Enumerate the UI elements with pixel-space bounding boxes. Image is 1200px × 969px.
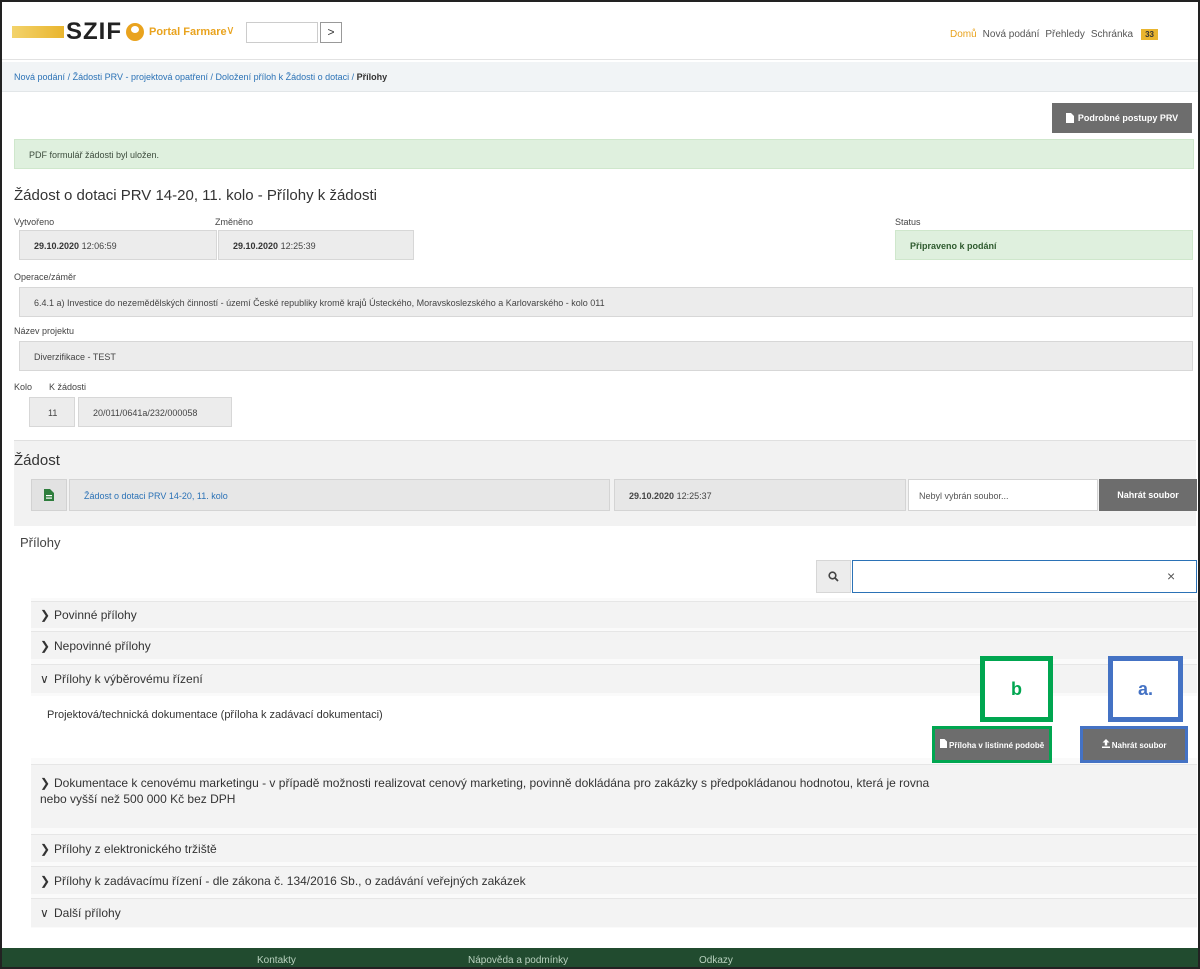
attachment-item-label: Projektová/technická dokumentace (příloh… [47, 709, 383, 721]
breadcrumb-separator: / [351, 72, 355, 82]
request-time: 12:25:37 [676, 491, 712, 501]
annotation-frame-b [932, 726, 1052, 763]
ref-field: 20/011/0641a/232/000058 [78, 397, 232, 427]
nav-home[interactable]: Domů [950, 29, 977, 40]
breadcrumb-item-new-submission[interactable]: Nová podání [14, 72, 65, 82]
accordion-label-line2: nebo vyšší než 500 000 Kč bez DPH [40, 792, 236, 806]
chevron-right-icon: ❯ [40, 776, 51, 790]
footer-link-contacts[interactable]: Kontakty [257, 955, 296, 966]
file-chooser-input[interactable]: Nebyl vybrán soubor... [908, 479, 1098, 511]
nav-inbox[interactable]: Schránka [1091, 29, 1133, 40]
accordion-label: Přílohy k zadávacímu řízení - dle zákona… [54, 873, 526, 888]
chevron-right-icon: ❯ [40, 873, 51, 888]
accordion-label: Povinné přílohy [54, 608, 137, 622]
document-icon [1065, 113, 1074, 123]
project-name-field: Diverzifikace - TEST [19, 341, 1193, 371]
request-document-link[interactable]: Žádost o dotaci PRV 14-20, 11. kolo [69, 479, 610, 511]
changed-label: Změněno [215, 217, 254, 227]
changed-field: 29.10.2020 12:25:39 [218, 230, 414, 260]
accordion-mandatory[interactable]: ❯ Povinné přílohy [31, 601, 1197, 628]
breadcrumb-item-prv-requests[interactable]: Žádosti PRV - projektová opatření [73, 72, 208, 82]
breadcrumb-item-attachments-doc[interactable]: Doložení příloh k Žádosti o dotaci [216, 72, 350, 82]
user-circle-icon[interactable] [126, 23, 144, 41]
page: SZIF Portal Farmare ∨ > Domů Nová podání… [0, 0, 1200, 969]
close-icon[interactable]: × [1167, 568, 1175, 584]
breadcrumb-separator: / [67, 72, 71, 82]
logo-stripe [12, 26, 64, 38]
attachments-filter-input[interactable] [852, 560, 1197, 593]
breadcrumb-bar: Nová podání / Žádosti PRV - projektová o… [2, 62, 1198, 92]
guide-button-label: Podrobné postupy PRV [1077, 113, 1179, 123]
accordion-price-marketing[interactable]: ❯ Dokumentace k cenovému marketingu - v … [31, 764, 1197, 828]
nav-new-submission[interactable]: Nová podání [983, 29, 1040, 40]
chevron-right-icon: ❯ [40, 608, 51, 622]
footer: Kontakty Nápověda a podmínky Odkazy [2, 948, 1198, 967]
changed-time: 12:25:39 [280, 241, 316, 251]
nav-overviews[interactable]: Přehledy [1045, 29, 1084, 40]
request-date: 29.10.2020 [629, 491, 675, 501]
inbox-count-badge: 33 [1141, 29, 1158, 40]
changed-date: 29.10.2020 [233, 241, 279, 251]
chevron-down-icon[interactable]: ∨ [226, 23, 235, 37]
chevron-right-icon: ❯ [40, 638, 51, 653]
portal-switch-label[interactable]: Portal Farmare [149, 26, 227, 38]
request-file-cell [31, 479, 67, 511]
file-icon [44, 489, 54, 501]
accordion-label: Další přílohy [54, 906, 121, 920]
upload-file-button[interactable]: Nahrát soubor [1099, 479, 1197, 511]
project-name-label: Název projektu [14, 326, 75, 336]
created-time: 12:06:59 [81, 241, 117, 251]
accordion-other[interactable]: ∨ Další přílohy [31, 898, 1197, 927]
search-icon [828, 571, 839, 582]
status-badge: Připraveno k podání [895, 230, 1193, 260]
round-field: 11 [29, 397, 75, 427]
ref-label: K žádosti [49, 382, 87, 392]
guide-button[interactable]: Podrobné postupy PRV [1052, 103, 1192, 133]
created-field: 29.10.2020 12:06:59 [19, 230, 217, 260]
operation-label: Operace/záměr [14, 272, 77, 282]
success-alert: PDF formulář žádosti byl uložen. [14, 139, 1194, 169]
accordion-label: Přílohy k výběrovému řízení [54, 672, 203, 686]
accordion-label: Dokumentace k cenovému marketingu - v př… [40, 775, 930, 807]
accordion-label: Přílohy z elektronického tržiště [54, 841, 217, 856]
logo[interactable]: SZIF [66, 18, 122, 46]
accordion-optional[interactable]: ❯ Nepovinné přílohy [31, 631, 1197, 659]
annotation-marker-a: a. [1108, 656, 1183, 722]
search-button[interactable] [816, 560, 851, 593]
chevron-down-icon: ∨ [40, 906, 49, 920]
top-navigation: Domů Nová podání Přehledy Schránka 33 [950, 29, 1158, 40]
round-label: Kolo [14, 382, 33, 392]
footer-link-help[interactable]: Nápověda a podmínky [468, 955, 568, 966]
breadcrumb-current: Přílohy [356, 72, 388, 82]
annotation-marker-b: b [980, 656, 1053, 722]
chevron-right-icon[interactable]: > [320, 22, 342, 43]
accordion-label: Nepovinné přílohy [54, 638, 151, 653]
breadcrumb: Nová podání / Žádosti PRV - projektová o… [14, 72, 387, 82]
top-search-input[interactable] [246, 22, 318, 43]
request-section-title: Žádost [14, 452, 60, 469]
accordion-label-line1: Dokumentace k cenovému marketingu - v př… [54, 776, 930, 790]
footer-link-links[interactable]: Odkazy [699, 955, 733, 966]
top-header: SZIF Portal Farmare ∨ > Domů Nová podání… [2, 2, 1198, 60]
status-label: Status [895, 217, 921, 227]
created-label: Vytvořeno [14, 217, 55, 227]
accordion-e-marketplace[interactable]: ❯ Přílohy z elektronického tržiště [31, 834, 1197, 862]
page-title: Žádost o dotaci PRV 14-20, 11. kolo - Př… [14, 187, 377, 204]
attachments-title: Přílohy [20, 535, 61, 550]
breadcrumb-separator: / [210, 72, 214, 82]
created-date: 29.10.2020 [34, 241, 80, 251]
chevron-down-icon: ∨ [40, 672, 49, 686]
operation-field: 6.4.1 a) Investice do nezemědělských čin… [19, 287, 1193, 317]
chevron-right-icon: ❯ [40, 841, 51, 856]
annotation-frame-a [1080, 726, 1188, 763]
request-date-field: 29.10.2020 12:25:37 [614, 479, 906, 511]
accordion-procurement[interactable]: ❯ Přílohy k zadávacímu řízení - dle záko… [31, 866, 1197, 894]
